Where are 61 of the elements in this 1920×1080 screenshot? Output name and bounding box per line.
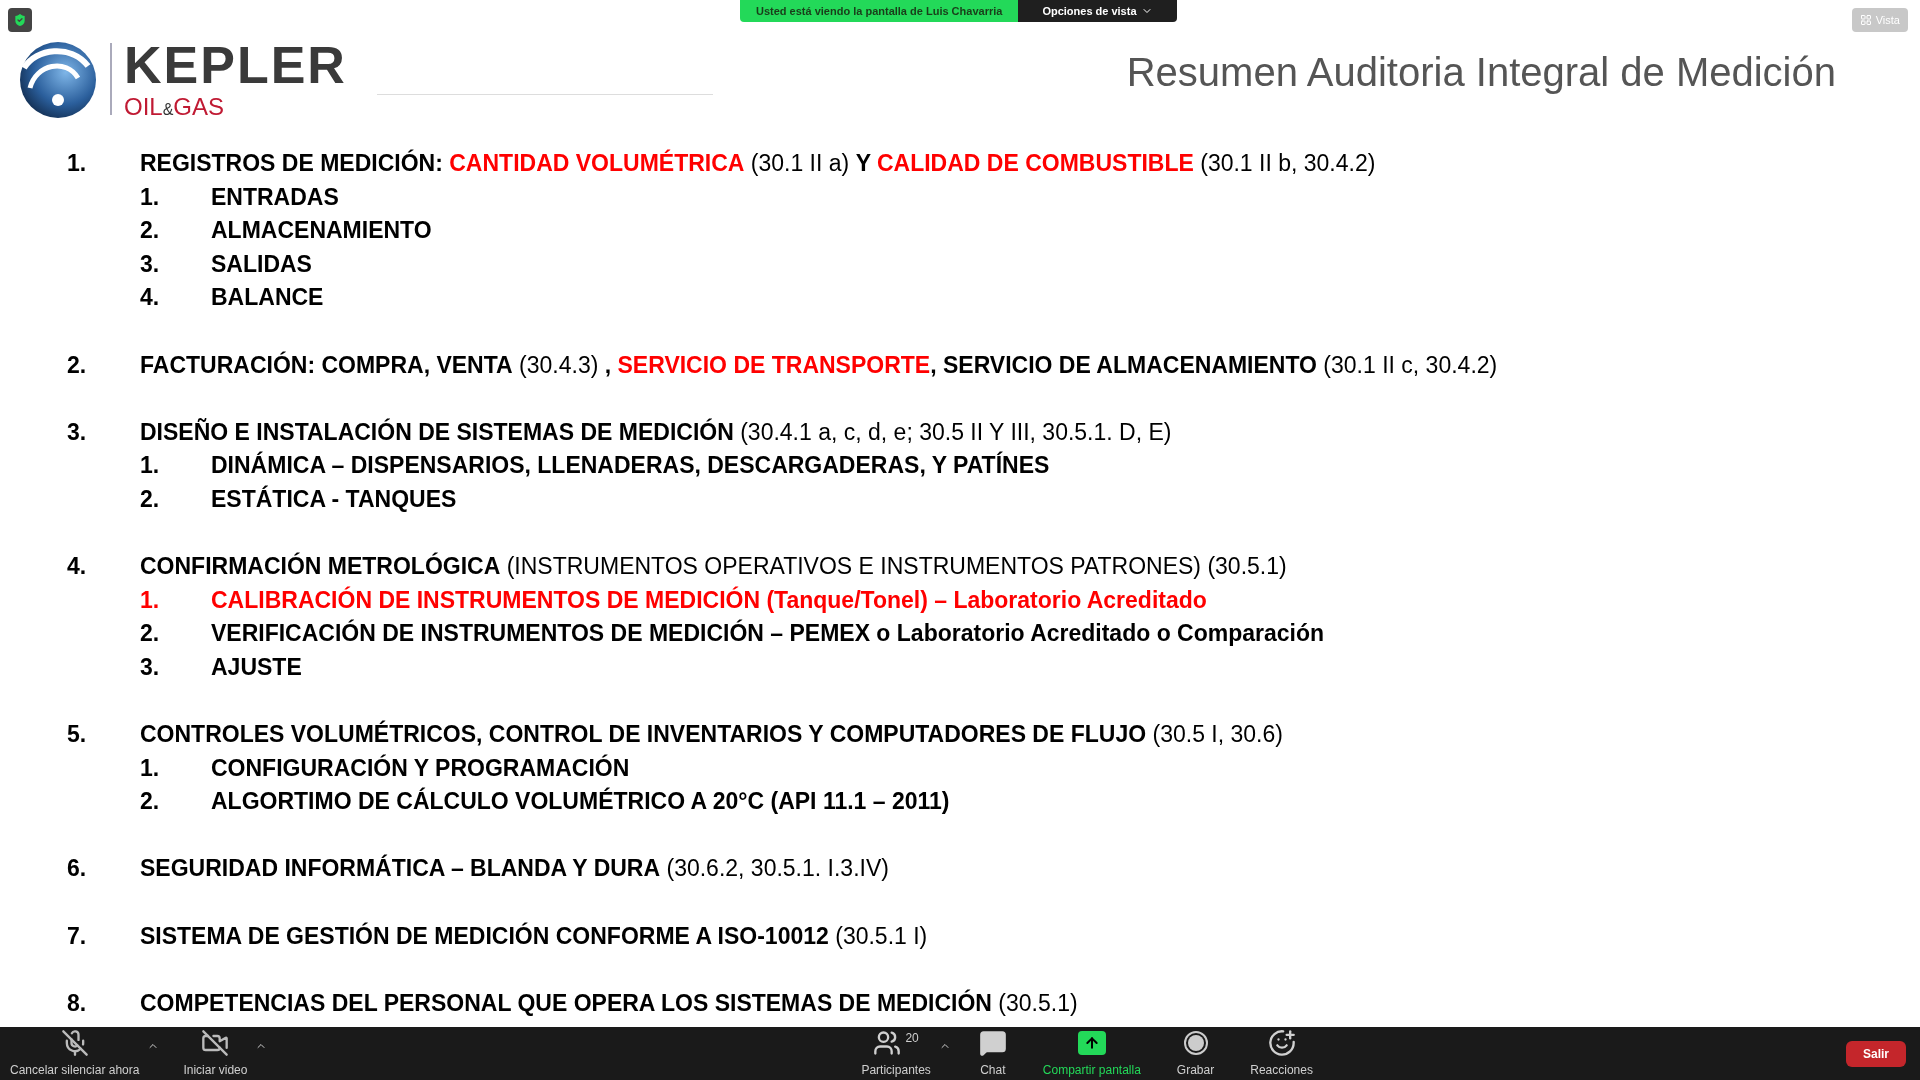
sub-list-number: 1. — [140, 182, 161, 212]
record-icon — [1182, 1029, 1209, 1056]
list-number: 6. — [67, 854, 88, 884]
sub-list-number: 4. — [140, 283, 161, 313]
sub-list-item-text: ENTRADAS — [211, 182, 339, 212]
logo-tagline: OIL&GAS — [124, 95, 226, 119]
list-number: 1. — [67, 149, 88, 178]
toolbar-button[interactable]: Chat — [970, 1027, 1015, 1080]
toolbar-button[interactable]: Iniciar video — [175, 1027, 256, 1080]
list-item-text: FACTURACIÓN: COMPRA, VENTA (30.4.3) , SERVICIO DE TRANSPORTE, SERVICIO DE ALMACENAMIENTO (30.1 II c, 30.4.2) — [140, 350, 1498, 380]
list-number: 3. — [67, 417, 88, 447]
view-options-button[interactable]: Opciones de vista — [1018, 0, 1177, 22]
list-item-text: SISTEMA DE GESTIÓN DE MEDICIÓN CONFORME A ISO-10012 (30.5.1 I) — [140, 921, 928, 951]
sub-list-number: 2. — [140, 484, 161, 514]
sub-list-number: 1. — [140, 451, 161, 481]
sub-list-item-text: AJUSTE — [211, 652, 302, 682]
sub-list-item-text: CALIBRACIÓN DE INSTRUMENTOS DE MEDICIÓN (Tanque/Tonel) – Laboratorio Acreditado — [211, 585, 1207, 615]
toolbar-button[interactable]: Grabar — [1168, 1027, 1223, 1080]
share-screen-icon — [1077, 1030, 1106, 1055]
list-item-text: DISEÑO E INSTALACIÓN DE SISTEMAS DE MEDICIÓN (30.4.1 a, c, d, e; 30.5 II Y III, 30.5.1. D, E) — [140, 417, 1172, 447]
list-item-text: CONTROLES VOLUMÉTRICOS, CONTROL DE INVENTARIOS Y COMPUTADORES DE FLUJO (30.5 I, 30.6) — [140, 719, 1283, 750]
sub-list-number: 3. — [140, 652, 161, 682]
sub-list-item-text: BALANCE — [211, 283, 324, 313]
sub-list-number: 1. — [140, 585, 161, 615]
list-number: 8. — [67, 988, 88, 1018]
toolbar-button[interactable]: Compartir pantalla — [1034, 1027, 1149, 1080]
sub-list-item-text: SALIDAS — [211, 249, 312, 279]
leave-button[interactable]: Salir — [1846, 1040, 1906, 1067]
list-item-text: COMPETENCIAS DEL PERSONAL QUE OPERA LOS SISTEMAS DE MEDICIÓN (30.5.1) — [140, 988, 1078, 1018]
sub-list-item-text: ALMACENAMIENTO — [211, 216, 432, 246]
toolbar-button[interactable]: Cancelar silenciar ahora — [2, 1027, 148, 1080]
list-number: 7. — [67, 921, 88, 951]
sub-list-number: 2. — [140, 787, 161, 817]
grid-icon — [1859, 14, 1872, 26]
toolbar-button[interactable]: 20 Participantes — [853, 1027, 939, 1080]
security-shield-icon[interactable] — [8, 8, 32, 32]
muted-microphone-icon — [60, 1028, 89, 1057]
people-icon — [873, 1028, 902, 1057]
slide-title: Resumen Auditoria Integral de Medición — [1126, 49, 1836, 96]
sub-list-number: 3. — [140, 249, 161, 279]
list-item-text: SEGURIDAD INFORMÁTICA – BLANDA Y DURA (30.6.2, 30.5.1. I.3.IV) — [140, 853, 889, 884]
list-number: 5. — [67, 720, 88, 750]
sub-list-number: 1. — [140, 753, 161, 783]
video-off-icon — [201, 1028, 230, 1057]
sub-list-item-text: CONFIGURACIÓN Y PROGRAMACIÓN — [211, 753, 630, 783]
list-number: 2. — [67, 350, 88, 380]
list-number: 4. — [67, 552, 88, 582]
sub-list-number: 2. — [140, 216, 161, 246]
toolbar-button[interactable]: Reacciones — [1242, 1027, 1321, 1080]
chat-bubble-icon — [978, 1028, 1007, 1057]
sub-list-item-text: ALGORTIMO DE CÁLCULO VOLUMÉTRICO A 20°C (API 11.1 – 2011) — [211, 786, 950, 817]
logo-wordmark: KEPLER — [124, 39, 347, 91]
screen-share-banner: Usted está viendo la pantalla de Luis Chavarria — [740, 0, 1019, 22]
list-item-text: CONFIRMACIÓN METROLÓGICA (INSTRUMENTOS OPERATIVOS E INSTRUMENTOS PATRONES) (30.5.1) — [140, 551, 1287, 582]
smiley-icon — [1267, 1028, 1296, 1057]
sub-list-item-text: ESTÁTICA - TANQUES — [211, 484, 457, 514]
sub-list-number: 2. — [140, 619, 161, 649]
sub-list-item-text: DINÁMICA – DISPENSARIOS, LLENADERAS, DESCARGADERAS, Y PATÍNES — [211, 450, 1050, 481]
participant-count: 20 — [905, 1029, 919, 1047]
list-item-text: REGISTROS DE MEDICIÓN: CANTIDAD VOLUMÉTRICA (30.1 II a) Y CALIDAD DE COMBUSTIBLE (30.1 II b, 30.4.2) — [140, 148, 1376, 178]
sub-list-item-text: VERIFICACIÓN DE INSTRUMENTOS DE MEDICIÓN – PEMEX o Laboratorio Acreditado o Comparación — [211, 618, 1325, 649]
